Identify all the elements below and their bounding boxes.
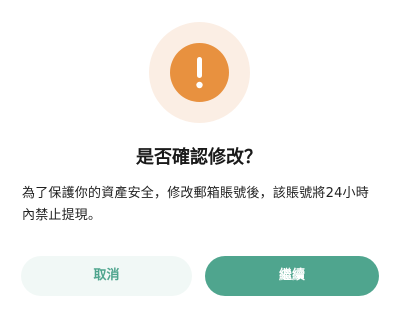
dialog-message: 為了保護你的資產安全，修改郵箱賬號後，該賬號將24小時內禁止提現。 <box>22 186 369 223</box>
exclamation-warning-icon <box>170 43 229 102</box>
confirm-dialog: 是否確認修改？ 為了保護你的資產安全，修改郵箱賬號後，該賬號將24小時內禁止提現… <box>0 0 398 317</box>
cancel-button[interactable]: 取消 <box>21 256 192 296</box>
continue-button[interactable]: 繼續 <box>205 256 379 296</box>
dialog-title: 是否確認修改？ <box>136 147 262 168</box>
